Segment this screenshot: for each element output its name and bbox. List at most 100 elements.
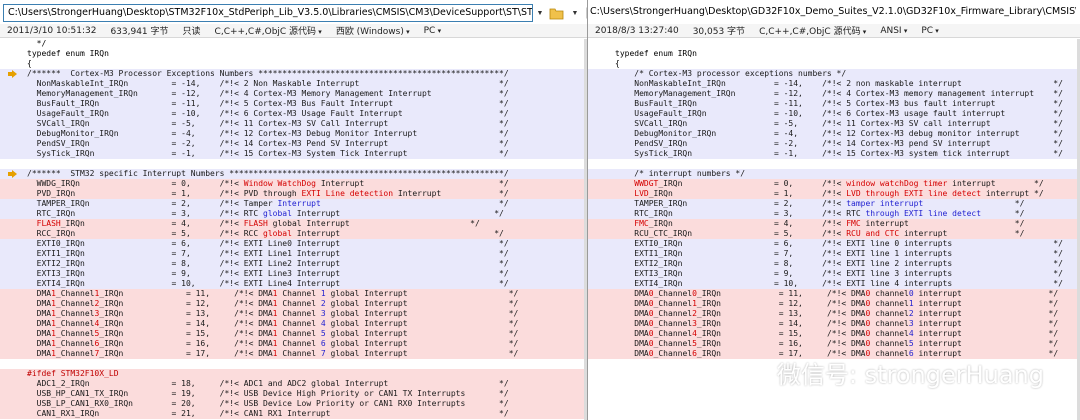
code-line: TAMPER_IRQn = 2, /*!< Tamper Interrupt *… [0, 199, 587, 209]
code-line: SysTick_IRQn = -1, /*!< 15 Cortex-M3 sys… [588, 149, 1080, 159]
code-segment: LVD [634, 189, 649, 198]
left-path-input[interactable]: C:\Users\StrongerHuang\Desktop\STM32F10x… [3, 4, 533, 22]
code-segment: channel [870, 319, 909, 328]
watermark-text: 微信号: strongerHuang [776, 361, 1044, 389]
watermark: 微信号: strongerHuang [735, 355, 1044, 390]
code-segment: _IRQn = 13, /*!< DMA [99, 309, 273, 318]
left-pane: C:\Users\StrongerHuang\Desktop\STM32F10x… [0, 0, 588, 420]
code-segment: PendSV_IRQn = -2, /*!< 14 Cortex-M3 pend… [615, 139, 1063, 148]
code-segment: MemoryManagement_IRQn = -12, /*!< 4 Cort… [27, 89, 509, 98]
code-segment: interrupt */ [913, 339, 1059, 348]
code-line: DMA1_Channel6_IRQn = 16, /*!< DMA1 Chann… [0, 339, 587, 349]
code-segment: channel [870, 339, 909, 348]
code-segment: _Channel [55, 349, 95, 358]
code-segment: interrupt */ [947, 179, 1044, 188]
left-path-dropdown[interactable]: ▼ [534, 4, 546, 22]
code-segment: Channel [277, 319, 321, 328]
right-path-input[interactable]: C:\Users\StrongerHuang\Desktop\GD32F10x_… [588, 4, 1076, 22]
code-segment: UsageFault_IRQn = -10, /*!< 6 Cortex-M3 … [615, 109, 1063, 118]
code-line: EXTI4_IRQn = 10, /*!< EXTI line 4 interr… [588, 279, 1080, 289]
code-segment: interrupt */ [913, 319, 1059, 328]
code-line: #ifdef STM32F10X_LD [0, 369, 587, 379]
code-segment: Channel [277, 309, 321, 318]
code-segment: DMA [27, 289, 52, 298]
code-segment: EXTI3_IRQn = 9, /*!< EXTI line 3 interru… [615, 269, 1063, 278]
code-segment: _Channel [55, 309, 95, 318]
code-segment: _Channel [653, 319, 693, 328]
code-segment: USB_LP_CAN1_RX0_IRQn = 20, /*!< USB Devi… [27, 399, 509, 408]
code-line: DMA1_Channel1_IRQn = 11, /*!< DMA1 Chann… [0, 289, 587, 299]
code-segment: EXTI4_IRQn = 10, /*!< EXTI line 4 interr… [615, 279, 1063, 288]
code-segment: /* interrupt numbers */ [615, 169, 746, 178]
code-line: USB_HP_CAN1_TX_IRQn = 19, /*!< USB Devic… [0, 389, 587, 399]
code-segment: Interrupt */ [291, 229, 504, 238]
code-segment: BusFault_IRQn = -11, /*!< 5 Cortex-M3 Bu… [27, 99, 509, 108]
left-language-select[interactable]: C,C++,C#,ObjC 源代码 [215, 24, 322, 37]
left-file-size: 633,941 字节 [110, 27, 169, 37]
code-segment: typedef enum IRQn [27, 49, 109, 58]
code-line: DMA1_Channel5_IRQn = 15, /*!< DMA1 Chann… [0, 329, 587, 339]
code-segment: global [263, 229, 292, 238]
code-segment: */ [320, 199, 509, 208]
code-segment: LVD through EXTI line detect [846, 189, 982, 198]
left-eol-select[interactable]: PC [424, 26, 441, 36]
code-segment: DMA [615, 319, 649, 328]
code-segment: global Interrupt */ [267, 219, 480, 228]
code-segment: interrupt */ [860, 219, 1025, 228]
left-code-view[interactable]: */typedef enum IRQn{/****** Cortex-M3 Pr… [0, 39, 587, 420]
left-file-mode: 只读 [182, 27, 201, 37]
code-segment: _IRQn = 15, /*!< DMA [99, 329, 273, 338]
code-line: SVCall_IRQn = -5, /*!< 11 Cortex-M3 SV C… [0, 119, 587, 129]
code-segment: _Channel [653, 289, 693, 298]
code-segment: NonMaskableInt_IRQn = -14, /*!< 2 non ma… [615, 79, 1063, 88]
code-line: /****** STM32 specific Interrupt Numbers… [0, 169, 587, 179]
code-line [588, 389, 1080, 399]
code-line: NonMaskableInt_IRQn = -14, /*!< 2 Non Ma… [0, 79, 587, 89]
code-segment: RTC_IRQn = 3, /*!< RTC [27, 209, 264, 218]
code-segment: EXTI1_IRQn = 7, /*!< EXTI line 1 interru… [615, 249, 1063, 258]
code-line: LVD_IRQn = 1, /*!< LVD through EXTI line… [588, 189, 1080, 199]
left-file-info-bar: 2011/3/10 10:51:32 633,941 字节 只读 C,C++,C… [0, 24, 587, 38]
code-segment: DMA [615, 289, 649, 298]
code-segment: EXTI2_IRQn = 8, /*!< EXTI line 2 interru… [615, 259, 1063, 268]
code-segment: global Interrupt */ [325, 349, 519, 358]
code-segment: FMC [634, 219, 649, 228]
code-line: DMA1_Channel3_IRQn = 13, /*!< DMA1 Chann… [0, 309, 587, 319]
right-encoding-select[interactable]: ANSI [880, 26, 907, 36]
code-segment: SysTick_IRQn = -1, /*!< 15 Cortex-M3 Sys… [27, 149, 509, 158]
code-segment: /* Cortex-M3 processor exceptions number… [615, 69, 847, 78]
code-segment: DMA [27, 339, 52, 348]
code-segment: _Channel [653, 309, 693, 318]
right-path-bar: C:\Users\StrongerHuang\Desktop\GD32F10x_… [588, 4, 1076, 22]
right-eol-select[interactable]: PC [921, 26, 938, 36]
code-line: EXTI3_IRQn = 9, /*!< EXTI line 3 interru… [588, 269, 1080, 279]
code-segment: Channel [277, 289, 321, 298]
left-file-date: 2011/3/10 10:51:32 [7, 25, 97, 36]
right-file-info-bar: 2018/8/3 13:27:40 30,053 字节 C,C++,C#,Obj… [588, 24, 1080, 38]
code-segment: DebugMonitor_IRQn = -4, /*!< 12 Cortex-M… [27, 129, 509, 138]
left-open-folder-icon[interactable] [549, 5, 565, 21]
code-segment: _IRQn = 12, /*!< DMA [696, 299, 866, 308]
code-line: DMA0_Channel5_IRQn = 16, /*!< DMA0 chann… [588, 339, 1080, 349]
code-line: { [588, 59, 1080, 69]
left-encoding-select[interactable]: 西欧 (Windows) [336, 24, 410, 37]
left-path-bar: C:\Users\StrongerHuang\Desktop\STM32F10x… [0, 4, 587, 22]
left-scrollbar[interactable] [584, 39, 587, 420]
code-line [588, 399, 1080, 409]
right-language-select[interactable]: C,C++,C#,ObjC 源代码 [759, 24, 866, 37]
code-line: */ [0, 39, 587, 49]
code-line: EXTI1_IRQn = 7, /*!< EXTI line 1 interru… [588, 249, 1080, 259]
code-line [588, 159, 1080, 169]
code-segment: _IRQn = 15, /*!< DMA [696, 329, 866, 338]
code-line: EXTI2_IRQn = 8, /*!< EXTI Line2 Interrup… [0, 259, 587, 269]
left-open-dropdown[interactable]: ▼ [569, 4, 581, 22]
code-segment: CAN1_RX1_IRQn = 21, /*!< CAN1 RX1 Interr… [27, 409, 509, 418]
code-segment: global Interrupt */ [325, 339, 519, 348]
code-line: WWDG_IRQn = 0, /*!< Window WatchDog Inte… [0, 179, 587, 189]
code-line: BusFault_IRQn = -11, /*!< 5 Cortex-M3 bu… [588, 99, 1080, 109]
code-line: DMA1_Channel7_IRQn = 17, /*!< DMA1 Chann… [0, 349, 587, 359]
code-segment: TAMPER_IRQn = 2, /*!< [615, 199, 847, 208]
code-line: DMA0_Channel1_IRQn = 12, /*!< DMA0 chann… [588, 299, 1080, 309]
code-segment: RCC_IRQn = 5, /*!< RCC [27, 229, 264, 238]
